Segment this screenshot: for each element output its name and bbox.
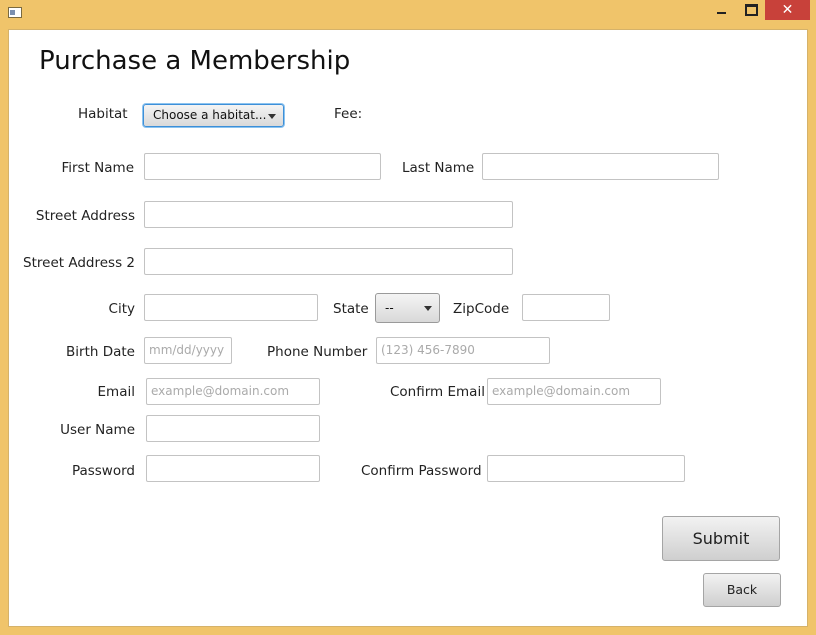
close-icon: ✕: [781, 2, 794, 18]
state-select[interactable]: --: [375, 293, 440, 323]
user-name-field[interactable]: [146, 415, 320, 442]
title-bar: ✕: [0, 0, 816, 28]
email-field[interactable]: example@domain.com: [146, 378, 320, 405]
window-content: Purchase a Membership Habitat Choose a h…: [8, 29, 808, 627]
confirm-email-label: Confirm Email: [390, 384, 485, 400]
confirm-password-label: Confirm Password: [361, 463, 482, 479]
back-button[interactable]: Back: [703, 573, 781, 607]
phone-number-field[interactable]: (123) 456-7890: [376, 337, 550, 364]
street-address-2-label: Street Address 2: [23, 255, 135, 271]
app-icon: [8, 7, 22, 18]
fee-label: Fee:: [334, 106, 363, 122]
birth-date-field[interactable]: mm/dd/yyyy: [144, 337, 232, 364]
habitat-select[interactable]: Choose a habitat...: [143, 104, 284, 127]
maximize-button[interactable]: [737, 0, 765, 20]
city-label: City: [108, 301, 135, 317]
habitat-selected-value: Choose a habitat...: [153, 108, 267, 122]
close-button[interactable]: ✕: [765, 0, 810, 20]
maximize-icon: [744, 4, 758, 16]
birth-date-label: Birth Date: [66, 344, 135, 360]
state-label: State: [333, 301, 369, 317]
last-name-label: Last Name: [402, 160, 475, 176]
zipcode-field[interactable]: [522, 294, 610, 321]
phone-number-label: Phone Number: [267, 344, 368, 360]
zipcode-label: ZipCode: [453, 301, 510, 317]
password-field[interactable]: [146, 455, 320, 482]
last-name-field[interactable]: [482, 153, 719, 180]
email-label: Email: [97, 384, 135, 400]
street-address-field[interactable]: [144, 201, 513, 228]
submit-button[interactable]: Submit: [662, 516, 780, 561]
first-name-field[interactable]: [144, 153, 381, 180]
street-address-2-field[interactable]: [144, 248, 513, 275]
street-address-label: Street Address: [35, 208, 135, 224]
minimize-icon: [716, 12, 726, 14]
minimize-button[interactable]: [707, 0, 735, 20]
chevron-down-icon: [268, 113, 276, 119]
city-field[interactable]: [144, 294, 318, 321]
state-selected-value: --: [385, 301, 394, 315]
user-name-label: User Name: [60, 422, 135, 438]
confirm-password-field[interactable]: [487, 455, 685, 482]
chevron-down-icon: [424, 306, 432, 311]
password-label: Password: [71, 463, 135, 479]
confirm-email-field[interactable]: example@domain.com: [487, 378, 661, 405]
first-name-label: First Name: [61, 160, 134, 176]
habitat-label: Habitat: [78, 106, 128, 122]
page-title: Purchase a Membership: [39, 46, 351, 76]
